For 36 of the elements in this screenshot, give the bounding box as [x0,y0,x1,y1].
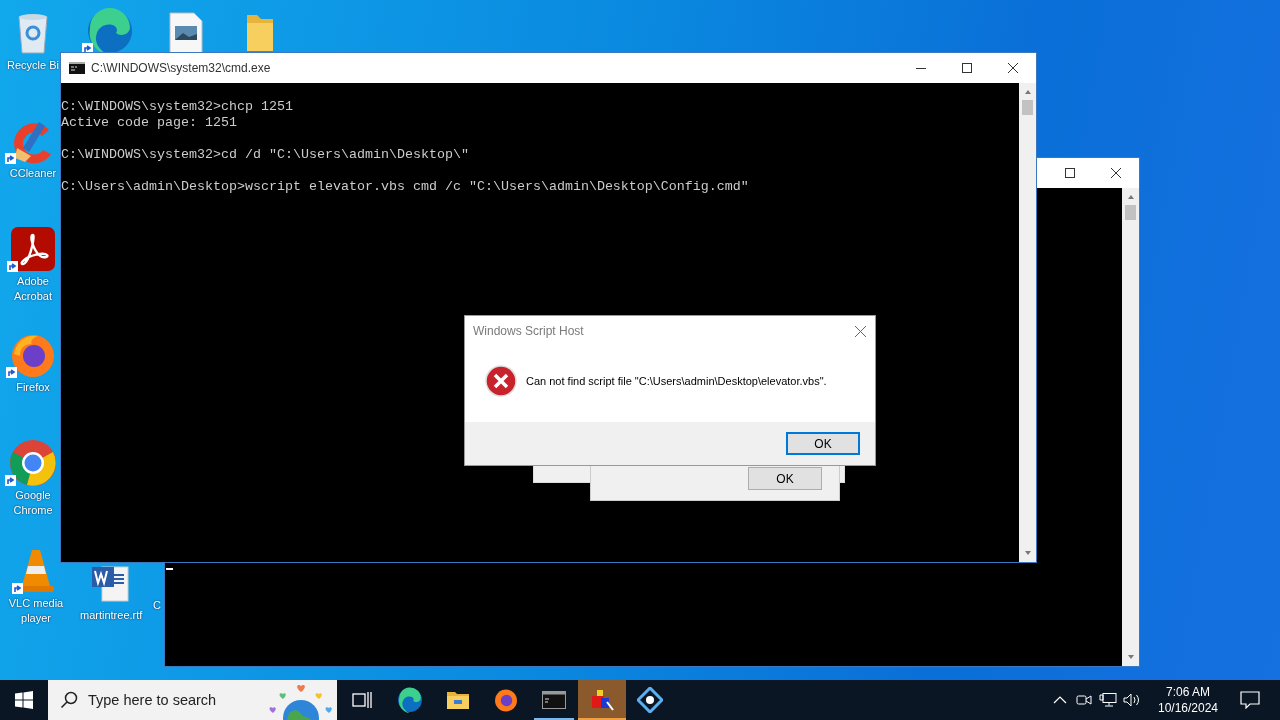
chrome-icon[interactable] [9,439,57,487]
ok-button[interactable]: OK [748,467,822,490]
desktop-icon-label[interactable]: Firefox [16,380,50,395]
search-field[interactable]: Type here to search [48,680,337,720]
console-line: C:\Users\admin\Desktop>wscript elevator.vbs cmd /c "C:\Users\admin\Desktop\Config.cmd" [61,179,750,195]
word-document-icon[interactable] [90,563,130,603]
desktop-icon-label[interactable]: Google Chrome [3,488,63,518]
close-icon[interactable] [855,325,866,337]
scrollbar[interactable] [1019,83,1036,562]
desktop-icon-label[interactable]: CCleaner [9,166,57,181]
text-cursor [166,568,173,570]
edge-icon[interactable] [86,7,134,55]
desktop-icon-label[interactable]: Recycle Bi [7,58,59,73]
error-icon [485,365,517,397]
ok-button[interactable]: OK [786,432,860,455]
firefox-icon[interactable] [10,332,56,378]
console-line: Active code page: 1251 [61,115,238,131]
scroll-thumb[interactable] [1022,100,1033,115]
acrobat-icon[interactable] [11,227,55,271]
error-message: Can not find script file "C:\Users\admin\Desktop\elevator.vbs". [526,375,827,387]
clock-time[interactable]: 7:06 AM [1166,684,1210,700]
console-line: C:\WINDOWS\system32>chcp 1251 [61,99,294,115]
window-title: C:\WINDOWS\system32\cmd.exe [91,61,271,75]
console-line: C:\WINDOWS\system32>cd /d "C:\Users\admin\Desktop\" [61,147,470,163]
desktop-icon-label[interactable]: VLC media player [6,596,66,626]
scroll-thumb[interactable] [1125,205,1136,220]
folder-icon[interactable] [245,13,275,53]
image-file-icon[interactable] [169,12,203,54]
desktop-icon-label[interactable]: Adobe Acrobat [3,274,63,304]
console-icon [69,62,85,74]
blocks-taskbar-icon[interactable] [578,680,626,720]
desktop-icon-label[interactable]: C [153,598,161,613]
dialog-title: Windows Script Host [473,324,585,338]
clock-date[interactable]: 10/16/2024 [1157,700,1219,716]
scrollbar[interactable] [1122,188,1139,666]
search-icon [60,691,78,709]
